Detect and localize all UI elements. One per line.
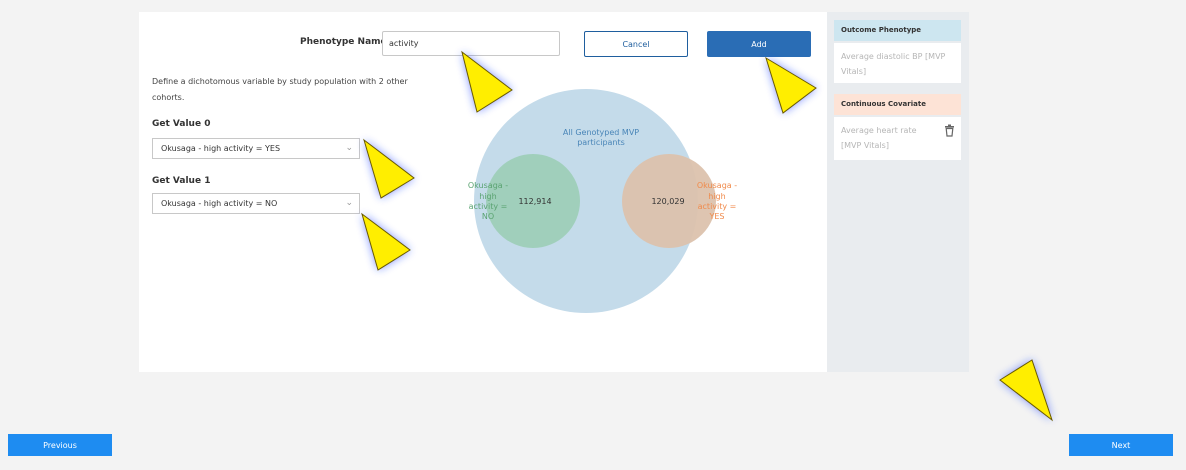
outcome-phenotype-header: Outcome Phenotype [834,20,961,41]
previous-button[interactable]: Previous [8,434,112,456]
continuous-covariate-header: Continuous Covariate [834,94,961,115]
value0-label: Get Value 0 [152,119,211,129]
phenotype-name-label: Phenotype Name [300,37,387,47]
value0-select[interactable]: Okusaga - high activity = YES ⌄ [152,138,360,159]
cancel-button[interactable]: Cancel [584,31,688,57]
trash-icon[interactable] [944,124,955,137]
phenotype-name-input[interactable]: activity [382,31,560,56]
chevron-down-icon: ⌄ [345,143,353,153]
value1-label: Get Value 1 [152,176,211,186]
value0-selected-text: Okusaga - high activity = YES [161,144,281,153]
next-button[interactable]: Next [1069,434,1173,456]
chevron-down-icon: ⌄ [345,198,353,208]
outcome-phenotype-item[interactable]: Average diastolic BP [MVP Vitals] [834,43,961,83]
value1-select[interactable]: Okusaga - high activity = NO ⌄ [152,193,360,214]
add-button[interactable]: Add [707,31,811,57]
pointer-arrow-icon [999,359,1053,422]
description-text: Define a dichotomous variable by study p… [152,77,408,102]
main-panel [139,12,827,372]
covariate-item[interactable]: Average heart rate [MVP Vitals] [834,117,961,160]
value1-selected-text: Okusaga - high activity = NO [161,199,278,208]
